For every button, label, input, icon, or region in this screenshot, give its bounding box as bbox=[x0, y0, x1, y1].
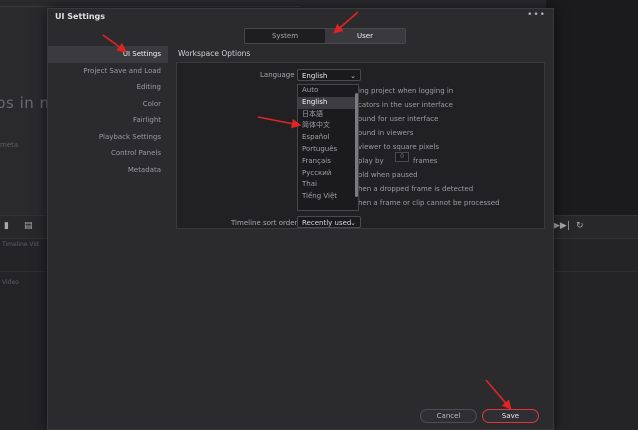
arrow-to-chinese-option bbox=[257, 116, 302, 129]
arrow-to-ui-settings bbox=[102, 34, 127, 53]
arrow-to-save-button bbox=[485, 379, 512, 410]
arrow-to-user-tab bbox=[333, 11, 359, 34]
annotation-arrows bbox=[102, 11, 512, 410]
